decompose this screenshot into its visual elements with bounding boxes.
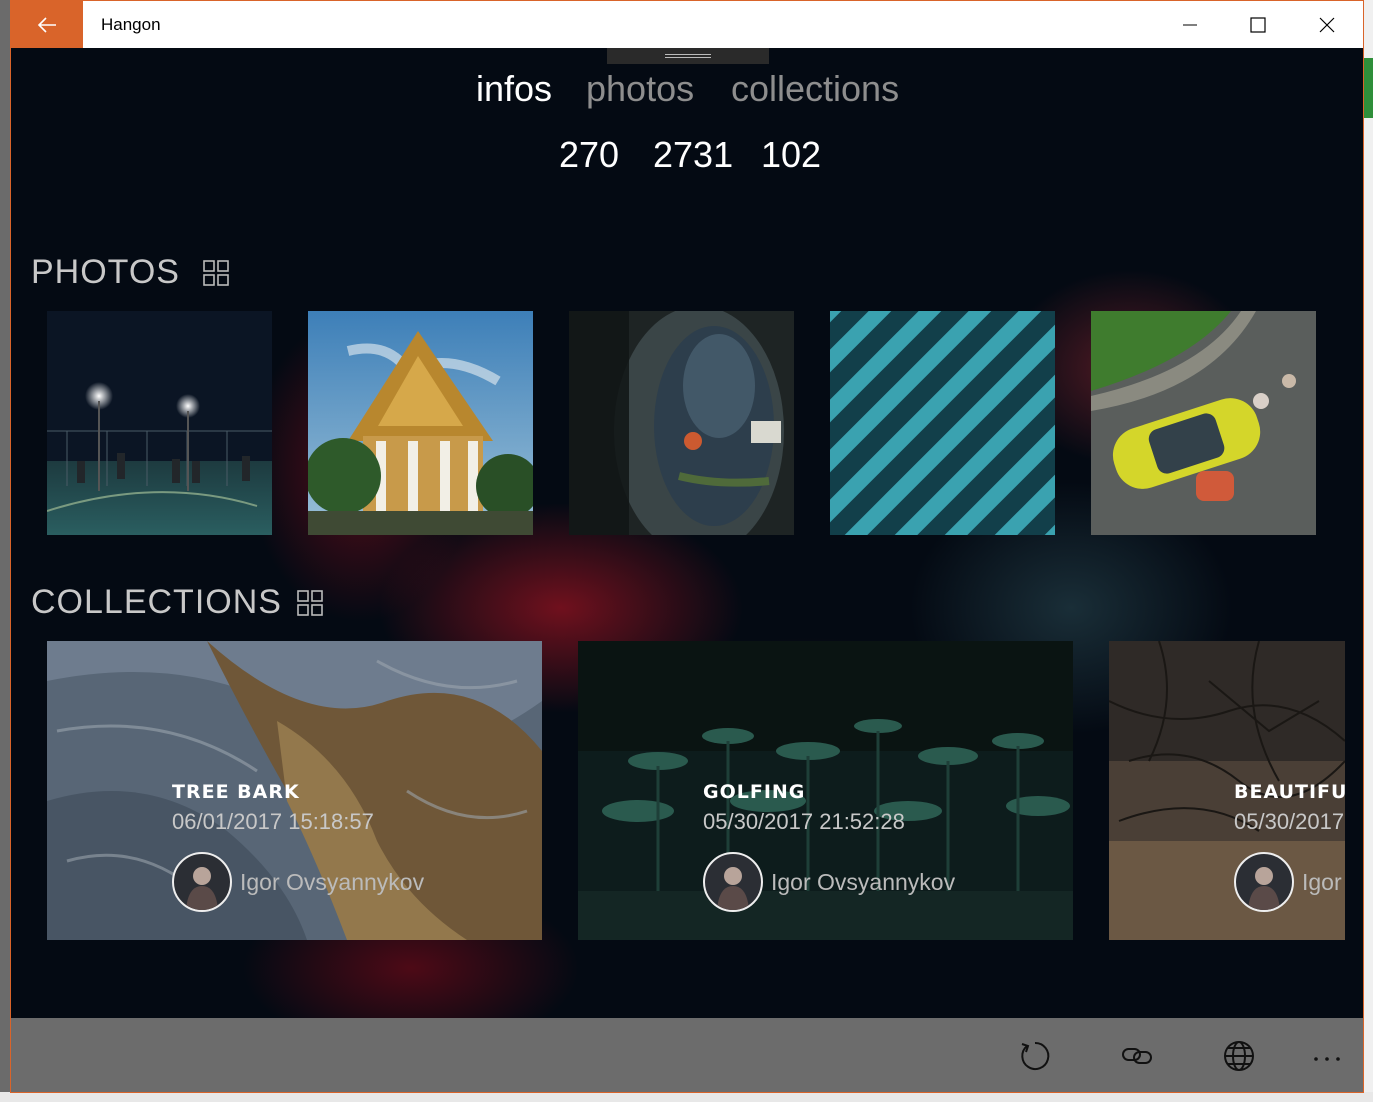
- maximize-icon: [1250, 16, 1266, 33]
- title-bar: Hangon: [11, 1, 1363, 48]
- collection-date: 05/30/2017 21:52:28: [703, 809, 905, 834]
- collection-name: TREE BARK: [172, 781, 300, 803]
- link-icon: [1122, 1048, 1152, 1064]
- avatar[interactable]: [172, 852, 232, 912]
- open-in-browser-button[interactable]: [1219, 1036, 1259, 1076]
- back-arrow-icon: [37, 16, 56, 33]
- tab-infos[interactable]: infos: [476, 68, 552, 110]
- photo-thumbnail[interactable]: [1091, 311, 1316, 535]
- user-avatar-image: [186, 867, 218, 910]
- collection-name: BEAUTIFU: [1234, 781, 1345, 803]
- link-button[interactable]: [1117, 1036, 1157, 1076]
- refresh-icon: [1021, 1041, 1050, 1070]
- close-icon: [1319, 17, 1335, 32]
- collection-author[interactable]: Igor Ovsyannykov: [240, 869, 424, 896]
- photos-grid-view-icon[interactable]: [202, 259, 230, 287]
- more-icon: [1314, 1057, 1340, 1061]
- night-court-image: [47, 311, 272, 535]
- minimize-icon: [1183, 24, 1197, 25]
- command-bar: [11, 1018, 1363, 1092]
- collections-section-title: COLLECTIONS: [31, 583, 282, 621]
- avatar[interactable]: [1234, 852, 1294, 912]
- collection-date: 05/30/2017: [1234, 809, 1345, 834]
- collections-count: 102: [761, 134, 822, 175]
- collection-author[interactable]: Igor Ovsyannykov: [771, 869, 955, 896]
- window-title: Hangon: [101, 15, 161, 34]
- vintage-car-image: [569, 311, 794, 535]
- user-avatar-image: [1248, 867, 1280, 910]
- tab-collections[interactable]: collections: [731, 68, 899, 110]
- collection-card[interactable]: BEAUTIFU 05/30/2017 Igor: [1109, 641, 1345, 940]
- photos-section-title: PHOTOS: [31, 253, 180, 291]
- maximize-button[interactable]: [1224, 1, 1292, 48]
- temple-image: [308, 311, 533, 535]
- collection-name: GOLFING: [703, 781, 806, 803]
- collection-card[interactable]: TREE BARK 06/01/2017 15:18:57 Igor Ovsya…: [47, 641, 542, 940]
- collections-grid-view-icon[interactable]: [296, 589, 324, 617]
- photo-thumbnail[interactable]: [308, 311, 533, 535]
- user-avatar-image: [717, 867, 749, 910]
- tab-photos[interactable]: photos: [586, 68, 694, 110]
- app-window: Hangon infos photos collections 270 2731…: [10, 0, 1364, 1093]
- refresh-button[interactable]: [1015, 1036, 1055, 1076]
- infos-count: 270: [559, 134, 620, 175]
- blue-roof-tiles-image: [830, 311, 1055, 535]
- photos-count: 2731: [653, 134, 734, 175]
- drag-handle[interactable]: [607, 48, 769, 64]
- globe-icon: [1224, 1041, 1254, 1071]
- content-area: infos photos collections 270 2731 102 PH…: [11, 48, 1363, 1018]
- desktop-taskbar-edge: [0, 1092, 1373, 1102]
- photo-thumbnail[interactable]: [569, 311, 794, 535]
- collection-author[interactable]: Igor: [1302, 869, 1342, 896]
- collection-card[interactable]: GOLFING 05/30/2017 21:52:28 Igor Ovsyann…: [578, 641, 1073, 940]
- minimize-button[interactable]: [1156, 1, 1224, 48]
- collection-date: 06/01/2017 15:18:57: [172, 809, 374, 834]
- close-button[interactable]: [1293, 1, 1361, 48]
- yellow-taxi-image: [1091, 311, 1316, 535]
- back-button[interactable]: [11, 1, 83, 48]
- desktop-background: [1363, 0, 1373, 1102]
- avatar[interactable]: [703, 852, 763, 912]
- more-options-button[interactable]: [1307, 1036, 1347, 1076]
- photo-thumbnail[interactable]: [47, 311, 272, 535]
- photo-thumbnail[interactable]: [830, 311, 1055, 535]
